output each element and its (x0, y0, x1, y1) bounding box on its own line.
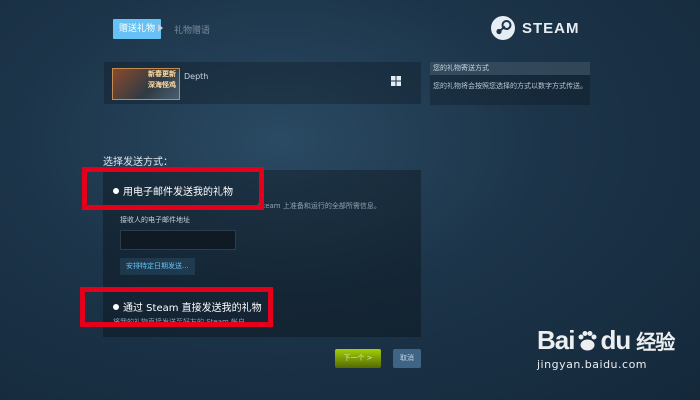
game-name: Depth (184, 72, 209, 81)
steam-wordmark: STEAM (522, 19, 580, 37)
watermark-brand-1: Bai (537, 325, 575, 355)
email-option-desc: Steam 上准备和运行的全部所需信息。 (258, 202, 381, 210)
steam-icon (491, 16, 515, 40)
baidu-jingyan-watermark: Bai du 经验 jingyan.baidu.com (537, 325, 675, 371)
delivery-method-title: 选择发送方式： (103, 157, 173, 168)
thumb-line-1: 新春更新 (148, 70, 176, 78)
windows-icon (391, 76, 401, 86)
watermark-url: jingyan.baidu.com (537, 358, 648, 371)
watermark-brand-2: du (600, 325, 631, 355)
delivery-info-body: 您的礼物将会按照您选择的方式以数字方式传送。 (433, 82, 587, 90)
delivery-info-title: 您的礼物寄送方式 (430, 62, 590, 75)
breadcrumb-step-gift[interactable]: 赠送礼物 (113, 19, 162, 39)
game-thumbnail: 新春更新 深海怪鸡 (112, 68, 180, 100)
paw-icon (578, 330, 597, 350)
recipient-email-input[interactable] (120, 230, 236, 250)
cancel-button[interactable]: 取消 (393, 349, 421, 368)
steam-logo: STEAM (490, 15, 580, 41)
chevron-right-icon (158, 24, 163, 32)
watermark-brand: Bai du 经验 (537, 325, 675, 356)
highlight-email-option (82, 167, 264, 210)
gift-product-row: 新春更新 深海怪鸡 Depth (104, 62, 421, 104)
breadcrumb-step-message: 礼物赠语 (174, 26, 211, 36)
schedule-delivery-link[interactable]: 安排特定日期发送... (120, 258, 195, 275)
recipient-email-label: 接收人的电子邮件地址 (120, 216, 190, 224)
highlight-steam-option (80, 287, 273, 327)
watermark-cn: 经验 (636, 330, 675, 354)
next-button[interactable]: 下一个 > (335, 349, 381, 368)
delivery-info-panel: 您的礼物寄送方式 您的礼物将会按照您选择的方式以数字方式传送。 (430, 62, 590, 105)
thumb-line-2: 深海怪鸡 (148, 81, 176, 89)
